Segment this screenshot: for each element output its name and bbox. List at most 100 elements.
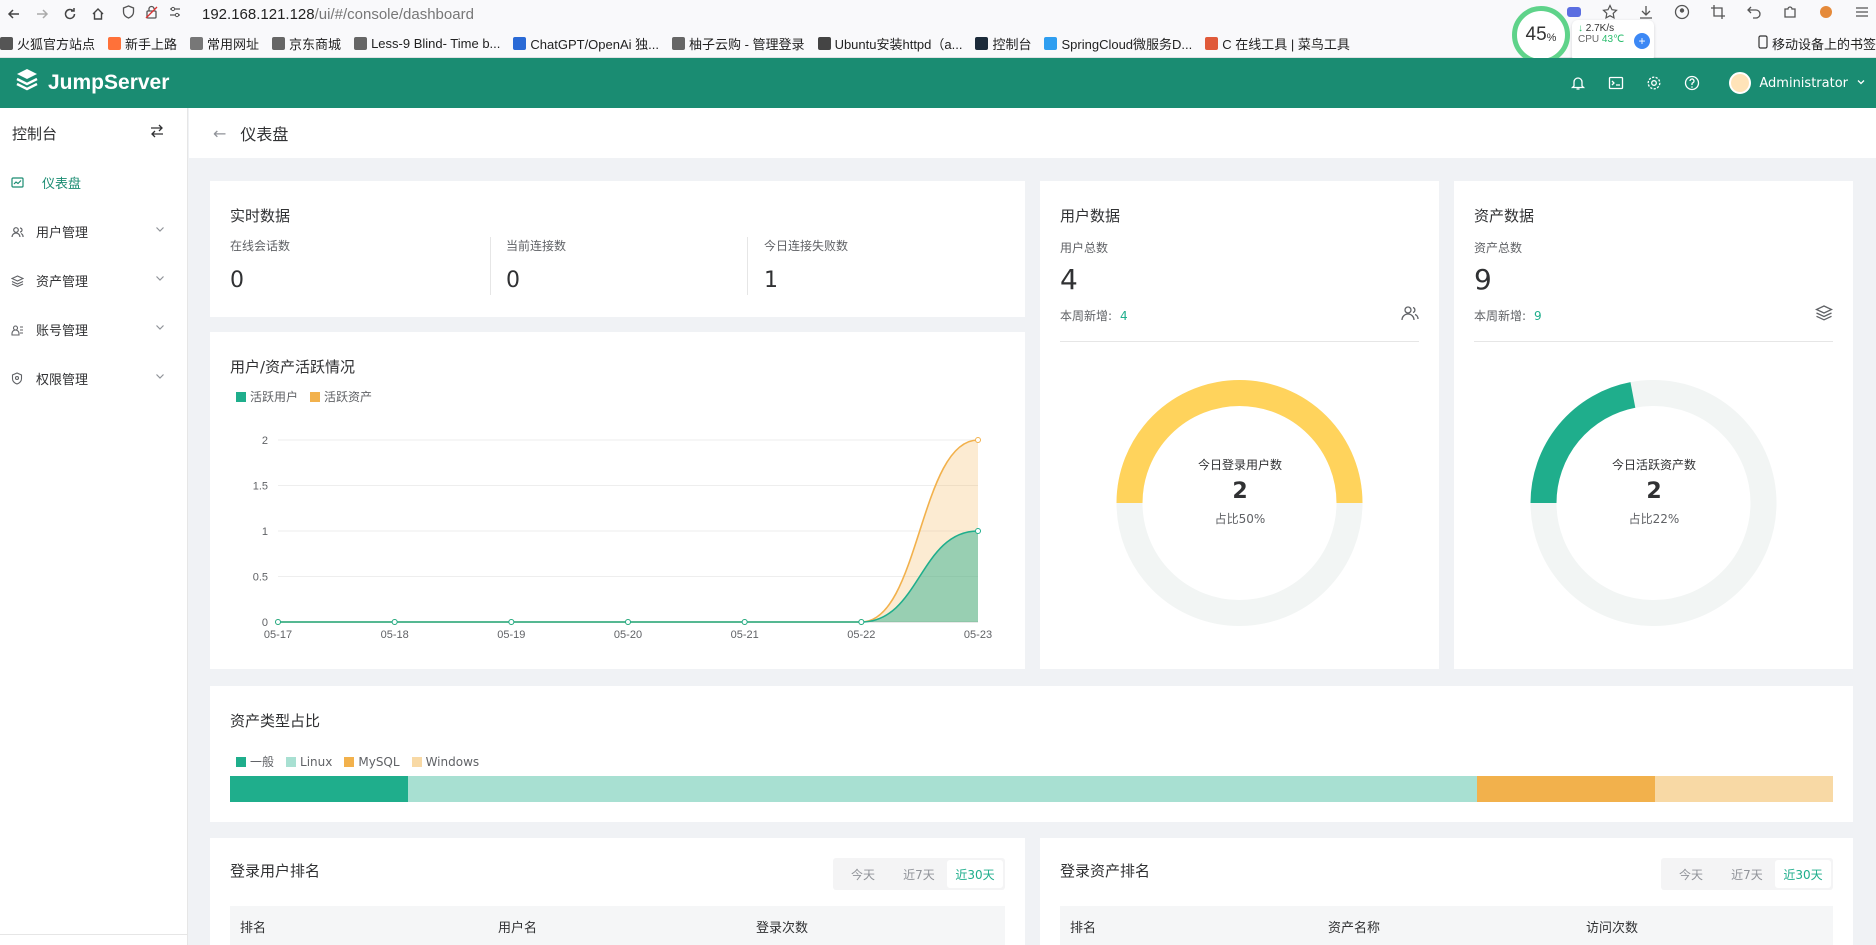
accounts-icon (10, 323, 24, 337)
undo-icon[interactable] (1746, 4, 1762, 24)
card-title: 登录资产排名 (1060, 862, 1151, 880)
asset-type-legend: 一般 Linux MySQL Windows (236, 753, 479, 770)
chevron-down-icon (155, 274, 165, 285)
help-icon[interactable] (1683, 74, 1701, 92)
insecure-lock-icon[interactable] (145, 5, 158, 23)
asset-active-donut (1530, 380, 1777, 626)
permissions-icon[interactable] (168, 5, 182, 23)
tab-today[interactable]: 今天 (1663, 860, 1719, 888)
bookmark-label: 新手上路 (125, 36, 178, 52)
asset-data-card: 资产数据 资产总数 9 本周新增: 9 今日活跃资产数 2 占比22% (1454, 181, 1853, 669)
bookmark-label: Less-9 Blind- Time b... (371, 35, 501, 51)
x-tick-label: 05-18 (381, 629, 409, 641)
cpu-label: CPU (1578, 34, 1600, 45)
data-point (858, 619, 865, 625)
legend-label: Windows (425, 754, 480, 769)
column-header[interactable]: 登录次数 (746, 917, 808, 936)
bookmark-item[interactable]: 柚子云购 - 管理登录 (672, 34, 805, 53)
bookmark-item[interactable]: C 在线工具 | 菜鸟工具 (1205, 34, 1350, 53)
brand-logo[interactable]: JumpServer (14, 67, 169, 99)
sidebar-header: 控制台 (0, 108, 187, 158)
sidebar-item-dashboard[interactable]: 仪表盘 (0, 158, 187, 207)
bar-segment[interactable] (1476, 776, 1655, 802)
permissions-icon (10, 372, 24, 386)
terminal-icon[interactable] (1607, 74, 1625, 92)
home-icon[interactable] (84, 2, 112, 26)
screenshot-icon[interactable] (1710, 4, 1726, 24)
sidebar-item-users[interactable]: 用户管理 (0, 207, 187, 256)
extensions-puzzle-icon[interactable] (1782, 4, 1798, 24)
legend-item[interactable]: 一般 (236, 753, 274, 770)
back-arrow-icon[interactable]: ← (213, 124, 226, 143)
tab-30-days[interactable]: 近30天 (947, 860, 1003, 888)
tab-30-days[interactable]: 近30天 (1775, 860, 1831, 888)
bar-segment[interactable] (1654, 776, 1833, 802)
user-menu[interactable]: Administrator (1729, 72, 1866, 94)
bookmark-item[interactable]: ChatGPT/OpenAi 独... (513, 34, 659, 53)
bell-icon[interactable] (1569, 74, 1587, 92)
legend-item[interactable]: Linux (286, 753, 332, 770)
legend-item[interactable]: MySQL (344, 753, 400, 770)
mobile-bookmarks[interactable]: 移动设备上的书签 (1758, 29, 1876, 57)
bookmark-favicon-icon (672, 36, 685, 50)
bookmark-item[interactable]: Ubuntu安装httpd（a... (817, 34, 962, 53)
plus-icon[interactable]: + (1634, 33, 1650, 49)
column-header[interactable]: 访问次数 (1576, 917, 1638, 936)
column-header[interactable]: 用户名 (488, 917, 746, 936)
stat-value: 0 (230, 268, 244, 293)
menu-icon[interactable] (1854, 4, 1870, 24)
donut-center-label: 今日登录用户数 2 占比50% (1140, 456, 1340, 527)
column-header[interactable]: 排名 (230, 917, 488, 936)
bookmark-favicon-icon (1044, 36, 1058, 50)
stat-label: 在线会话数 (230, 239, 291, 253)
chevron-down-icon (155, 225, 165, 236)
tab-7-days[interactable]: 近7天 (1719, 860, 1775, 888)
sidebar-item-assets[interactable]: 资产管理 (0, 256, 187, 305)
data-point (975, 437, 981, 443)
forward-icon[interactable] (28, 2, 56, 26)
cpu-temp: 43℃ (1601, 34, 1625, 45)
table-header: 排名 用户名 登录次数 (230, 906, 1005, 945)
url-path: /ui/#/console/dashboard (314, 5, 474, 23)
net-speed: ↓ 2.7K/s (1578, 23, 1648, 34)
assets-icon (10, 274, 24, 288)
bookmark-item[interactable]: Less-9 Blind- Time b... (354, 36, 500, 51)
shield-icon[interactable] (122, 5, 135, 23)
y-tick-label: 0.5 (253, 572, 268, 584)
account-icon[interactable] (1674, 4, 1690, 24)
bookmark-item[interactable]: 京东商城 (272, 34, 341, 53)
app-header: JumpServer Administrator (0, 58, 1876, 108)
page-header: ← 仪表盘 (189, 108, 1876, 158)
bookmark-item[interactable]: 新手上路 (108, 34, 177, 53)
bar-segment[interactable] (408, 776, 1477, 802)
bookmark-item[interactable]: 常用网址 (190, 34, 259, 53)
column-header[interactable]: 资产名称 (1318, 917, 1576, 936)
bookmark-favicon-icon (272, 36, 286, 50)
legend-item[interactable]: Windows (411, 753, 480, 770)
back-icon[interactable] (0, 2, 28, 26)
bookmark-item[interactable]: 火狐官方站点 (0, 34, 95, 53)
bar-segment[interactable] (230, 776, 409, 802)
donut-percent: 占比22% (1628, 512, 1680, 526)
bookmark-label: C 在线工具 | 菜鸟工具 (1222, 36, 1350, 52)
donut-percent: 占比50% (1214, 512, 1266, 526)
settings-gear-icon[interactable] (1645, 74, 1663, 92)
cpu-percent-unit: % (1546, 32, 1557, 44)
cpu-monitor-widget[interactable]: 45% ↓ 2.7K/s CPU 43℃ + (1512, 6, 1656, 66)
online-sessions-stat: 在线会话数 0 (230, 237, 290, 295)
sidebar-item-permissions[interactable]: 权限管理 (0, 354, 187, 403)
address-bar[interactable]: 192.168.121.128/ui/#/console/dashboard (202, 6, 474, 23)
bookmark-item[interactable]: 控制台 (975, 34, 1031, 53)
reload-icon[interactable] (56, 2, 84, 26)
sidebar-item-label: 资产管理 (36, 275, 89, 290)
column-header[interactable]: 排名 (1060, 917, 1318, 936)
data-point (625, 619, 631, 625)
profile-badge-icon[interactable] (1818, 4, 1834, 24)
sidebar-item-accounts[interactable]: 账号管理 (0, 305, 187, 354)
tab-today[interactable]: 今天 (835, 860, 891, 888)
cpu-percent: 45 (1525, 24, 1547, 45)
tab-7-days[interactable]: 近7天 (891, 860, 947, 888)
page-title: 仪表盘 (240, 125, 289, 144)
switch-view-icon[interactable] (149, 124, 165, 142)
bookmark-item[interactable]: SpringCloud微服务D... (1044, 34, 1192, 53)
